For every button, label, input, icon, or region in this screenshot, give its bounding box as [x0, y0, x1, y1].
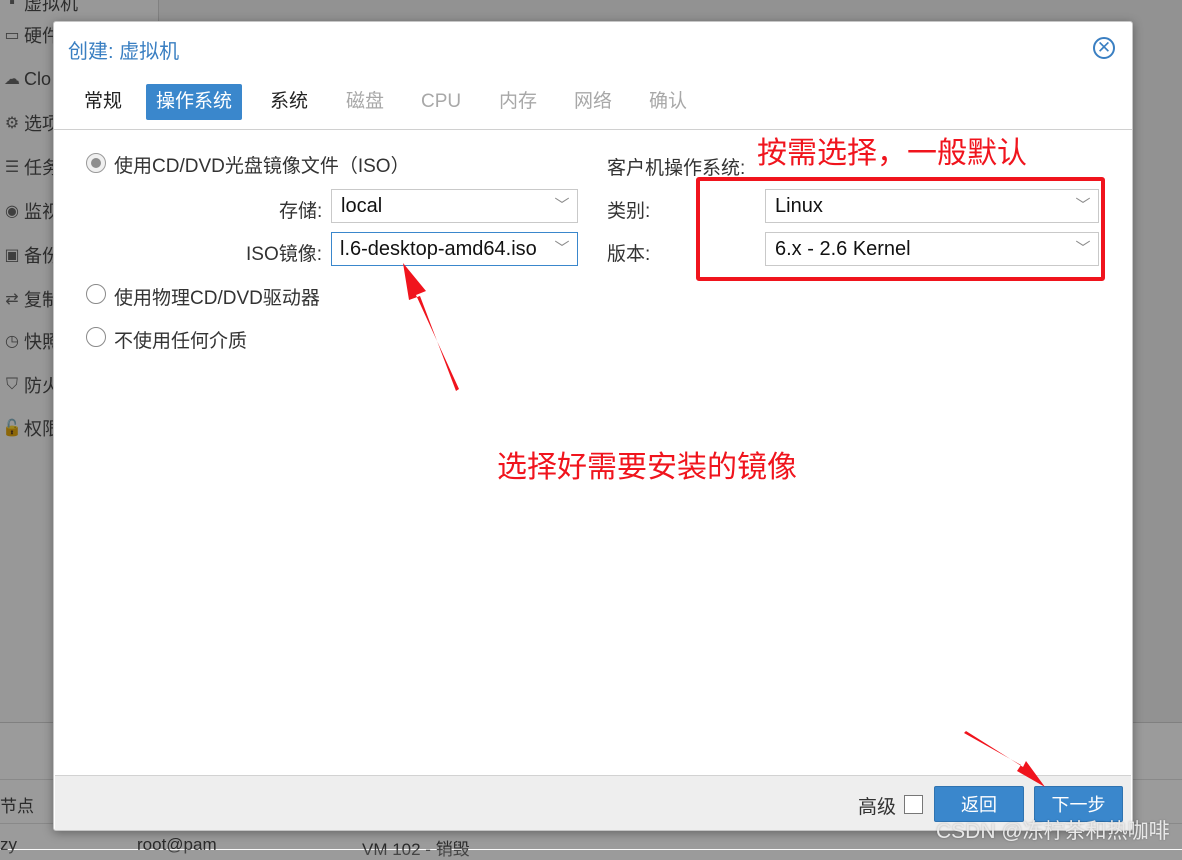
tab-system[interactable]: 系统: [260, 84, 318, 120]
chevron-down-icon[interactable]: ﹀: [547, 233, 577, 265]
radio-physical-drive[interactable]: [86, 284, 106, 304]
radio-use-iso[interactable]: [86, 153, 106, 173]
storage-label: 存储:: [279, 201, 323, 222]
option-iso-label: 使用CD/DVD光盘镜像文件（ISO）: [114, 156, 410, 177]
watermark: CSDN @冻柠茶和热咖啡: [936, 820, 1170, 843]
advanced-label: 高级: [858, 797, 897, 818]
option-physical-label: 使用物理CD/DVD驱动器: [114, 288, 320, 309]
tab-network: 网络: [574, 91, 613, 112]
os-type-label: 类别:: [607, 201, 651, 222]
dialog-title: 创建: 虚拟机: [68, 41, 180, 63]
iso-image-select[interactable]: l.6-desktop-amd64.iso ﹀: [331, 232, 578, 266]
tab-confirm: 确认: [649, 91, 688, 112]
close-icon[interactable]: ✕: [1093, 37, 1115, 59]
iso-image-label: ISO镜像:: [246, 244, 323, 265]
annotation-highlight-box: [696, 177, 1105, 281]
radio-no-media[interactable]: [86, 327, 106, 347]
tab-memory: 内存: [499, 91, 538, 112]
os-version-label: 版本:: [607, 244, 651, 265]
advanced-checkbox[interactable]: [904, 795, 923, 814]
annotation-iso-note: 选择好需要安装的镜像: [497, 451, 797, 484]
tab-disk: 磁盘: [346, 91, 385, 112]
tab-cpu: CPU: [421, 91, 462, 112]
annotation-os-note: 按需选择，一般默认: [757, 137, 1027, 170]
storage-value: local: [341, 195, 383, 217]
tab-general[interactable]: 常规: [74, 84, 132, 120]
option-none-label: 不使用任何介质: [114, 331, 248, 352]
tab-os[interactable]: 操作系统: [146, 84, 243, 120]
storage-select[interactable]: local ﹀: [331, 189, 578, 223]
guest-os-heading: 客户机操作系统:: [607, 158, 746, 179]
chevron-down-icon[interactable]: ﹀: [547, 190, 577, 222]
iso-image-value: l.6-desktop-amd64.iso: [340, 238, 537, 260]
